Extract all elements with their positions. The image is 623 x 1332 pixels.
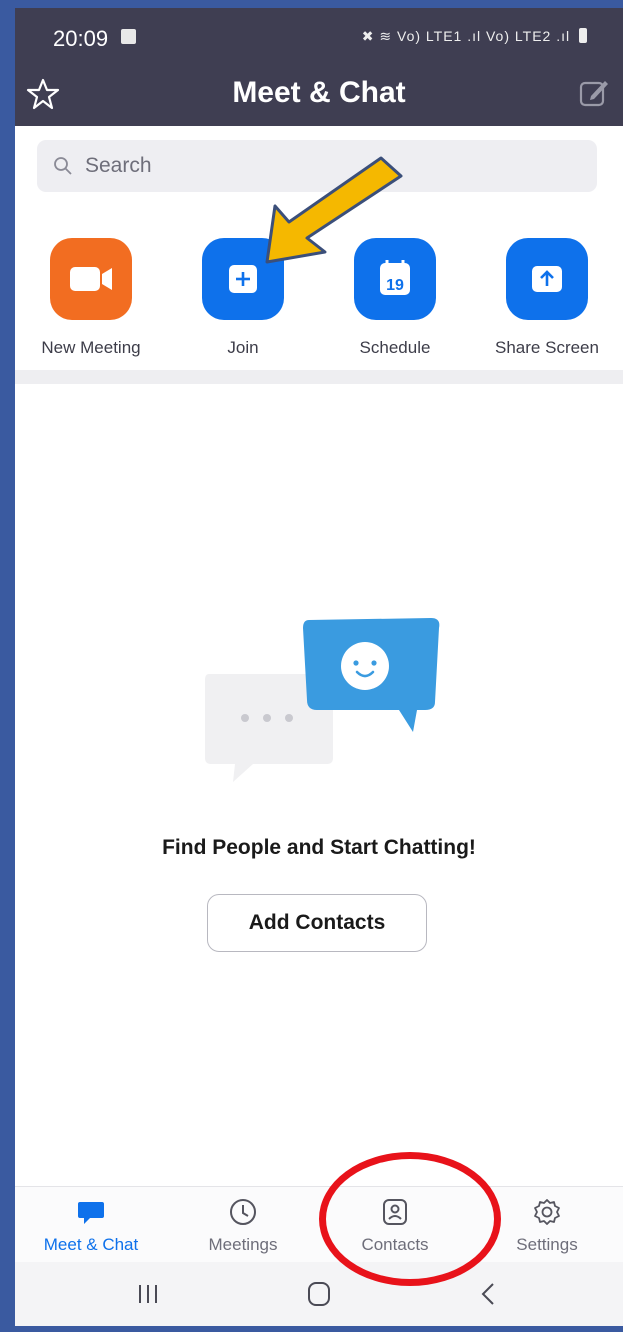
page-title: Meet & Chat — [232, 76, 406, 109]
search-placeholder: Search — [85, 154, 152, 177]
new-meeting-button[interactable]: New Meeting — [15, 238, 167, 358]
search-input[interactable]: Search — [37, 140, 597, 192]
plus-icon — [229, 265, 257, 293]
battery-icon — [579, 28, 587, 43]
tab-label: Meet & Chat — [43, 1235, 139, 1254]
tab-label: Meetings — [208, 1235, 278, 1254]
bottom-tab-bar: Meet & Chat Meetings Contacts Settings — [15, 1186, 623, 1263]
app-bar: Meet & Chat — [15, 64, 623, 126]
share-screen-label: Share Screen — [495, 338, 599, 357]
tab-meetings[interactable]: Meetings — [167, 1197, 319, 1255]
mute-icon: ✖ — [361, 28, 375, 44]
network-status: ✖ ≋ Vo) LTE1 .ıl Vo) LTE2 .ıl — [362, 28, 587, 45]
new-meeting-tile[interactable] — [50, 238, 132, 320]
share-screen-button[interactable]: Share Screen — [471, 238, 623, 358]
chat-bubbles-illustration — [205, 618, 440, 782]
clock-icon — [230, 1199, 256, 1225]
tab-label: Contacts — [361, 1235, 429, 1254]
wifi-icon: ≋ — [379, 28, 393, 44]
mail-notification-icon — [121, 29, 136, 44]
system-nav-bar — [15, 1262, 623, 1326]
add-contacts-button[interactable]: Add Contacts — [207, 894, 427, 952]
join-label: Join — [227, 338, 259, 357]
gear-icon — [534, 1199, 560, 1225]
search-icon — [54, 157, 72, 175]
back-icon[interactable] — [474, 1280, 504, 1308]
share-screen-icon — [532, 266, 562, 292]
join-tile[interactable] — [202, 238, 284, 320]
compose-icon[interactable] — [577, 76, 611, 110]
video-camera-icon — [70, 267, 112, 291]
recent-apps-icon[interactable] — [133, 1280, 163, 1308]
home-icon[interactable] — [304, 1280, 334, 1308]
calendar-day: 19 — [386, 277, 404, 294]
schedule-button[interactable]: 19 Schedule — [319, 238, 471, 358]
share-screen-tile[interactable] — [506, 238, 588, 320]
new-meeting-label: New Meeting — [41, 338, 141, 357]
section-divider — [15, 370, 623, 384]
schedule-tile[interactable]: 19 — [354, 238, 436, 320]
tab-settings[interactable]: Settings — [471, 1197, 623, 1255]
tab-contacts[interactable]: Contacts — [319, 1197, 471, 1255]
status-time: 20:09 — [53, 26, 109, 51]
network-status-text: Vo) LTE1 .ıl Vo) LTE2 .ıl — [397, 28, 571, 44]
contact-card-icon — [383, 1199, 407, 1225]
calendar-icon: 19 — [380, 260, 410, 295]
phone-screen: 20:09 ✖ ≋ Vo) LTE1 .ıl Vo) LTE2 .ıl Meet… — [15, 8, 623, 1326]
tab-meet-and-chat[interactable]: Meet & Chat — [15, 1197, 167, 1255]
empty-state-title: Find People and Start Chatting! — [162, 836, 476, 859]
status-bar: 20:09 ✖ ≋ Vo) LTE1 .ıl Vo) LTE2 .ıl — [15, 8, 623, 64]
search-area: Search — [15, 126, 623, 211]
schedule-label: Schedule — [359, 338, 431, 357]
chat-bubble-icon — [78, 1202, 104, 1224]
quick-actions: New Meeting Join 19 Schedule Share Scree… — [15, 210, 623, 370]
join-button[interactable]: Join — [167, 238, 319, 358]
tab-label: Settings — [516, 1235, 578, 1254]
